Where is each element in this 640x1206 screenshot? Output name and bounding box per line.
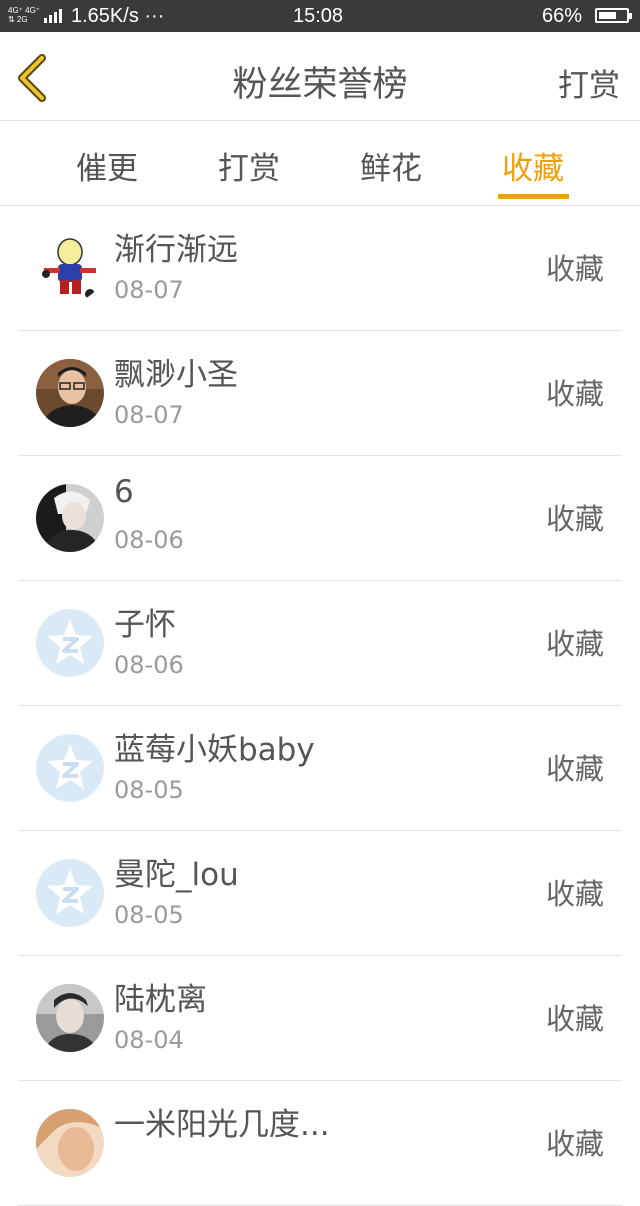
fan-action: 收藏 <box>545 877 604 911</box>
reward-button[interactable]: 打赏 <box>558 60 620 105</box>
network-speed: 1.65K/s ··· <box>71 5 165 27</box>
fan-name: 陆枕离 <box>114 982 207 1018</box>
fan-action: 收藏 <box>545 252 604 286</box>
avatar <box>36 609 104 677</box>
battery-icon <box>595 8 632 23</box>
fan-date: 08-07 <box>114 401 184 429</box>
fan-date: 08-06 <box>114 651 184 679</box>
avatar <box>36 484 104 552</box>
status-bar: 4G⁺ 4G⁺ ⇅ 2G 1.65K/s ··· 15:08 66% <box>0 0 640 32</box>
tab-favorites[interactable]: 收藏 <box>473 143 593 188</box>
avatar <box>36 859 104 927</box>
tab-bar: 催更 打赏 鲜花 收藏 <box>0 121 640 206</box>
cartoon-figure-avatar-icon <box>36 234 104 302</box>
tab-flowers[interactable]: 鲜花 <box>331 143 451 188</box>
fan-action: 收藏 <box>545 502 604 536</box>
fan-action: 收藏 <box>545 752 604 786</box>
list-item[interactable]: 渐行渐远 08-07 收藏 <box>18 206 622 331</box>
fan-name: 蓝莓小妖baby <box>114 732 315 768</box>
fan-name: 子怀 <box>114 607 176 643</box>
fan-name: 6 <box>114 474 134 510</box>
fan-date: 08-06 <box>114 526 184 554</box>
network-type-indicator: 4G⁺ 4G⁺ ⇅ 2G <box>8 6 41 24</box>
fan-action: 收藏 <box>545 1002 604 1036</box>
avatar <box>36 984 104 1052</box>
man-with-glasses-avatar-icon <box>36 359 104 427</box>
list-item[interactable]: 6 08-06 收藏 <box>18 456 622 581</box>
default-star-avatar-icon <box>36 859 104 927</box>
tab-urge[interactable]: 催更 <box>47 143 167 188</box>
default-star-avatar-icon <box>36 734 104 802</box>
battery-percent: 66% <box>542 5 583 27</box>
fan-date: 08-05 <box>114 776 184 804</box>
avatar <box>36 234 104 302</box>
page-title: 粉丝荣誉榜 <box>232 65 408 105</box>
fan-name: 渐行渐远 <box>114 232 238 268</box>
fan-action: 收藏 <box>545 1127 604 1161</box>
clock: 15:08 <box>293 5 344 27</box>
fan-action: 收藏 <box>545 627 604 661</box>
list-item[interactable]: 一米阳光几度... 收藏 <box>18 1081 622 1206</box>
list-item[interactable]: 蓝莓小妖baby 08-05 收藏 <box>18 706 622 831</box>
young-man-avatar-icon <box>36 984 104 1052</box>
fan-list: 渐行渐远 08-07 收藏 飘渺小圣 08-07 收藏 6 08-06 收藏 子… <box>0 206 640 1206</box>
default-star-avatar-icon <box>36 609 104 677</box>
fan-name: 一米阳光几度... <box>114 1107 330 1143</box>
avatar <box>36 359 104 427</box>
list-item[interactable]: 陆枕离 08-04 收藏 <box>18 956 622 1081</box>
fan-action: 收藏 <box>545 377 604 411</box>
signal-icon <box>44 9 66 23</box>
active-tab-indicator <box>498 194 569 199</box>
tab-reward[interactable]: 打赏 <box>189 143 309 188</box>
fan-name: 曼陀_lou <box>114 857 239 893</box>
avatar <box>36 734 104 802</box>
list-item[interactable]: 曼陀_lou 08-05 收藏 <box>18 831 622 956</box>
list-item[interactable]: 飘渺小圣 08-07 收藏 <box>18 331 622 456</box>
blond-person-avatar-icon <box>36 484 104 552</box>
fan-date: 08-04 <box>114 1026 184 1054</box>
fan-date: 08-07 <box>114 276 184 304</box>
navigation-header: 粉丝荣誉榜 打赏 <box>0 32 640 121</box>
fan-name: 飘渺小圣 <box>114 357 238 393</box>
list-item[interactable]: 子怀 08-06 收藏 <box>18 581 622 706</box>
photo-avatar-icon <box>36 1109 104 1177</box>
fan-date: 08-05 <box>114 901 184 929</box>
avatar <box>36 1109 104 1177</box>
